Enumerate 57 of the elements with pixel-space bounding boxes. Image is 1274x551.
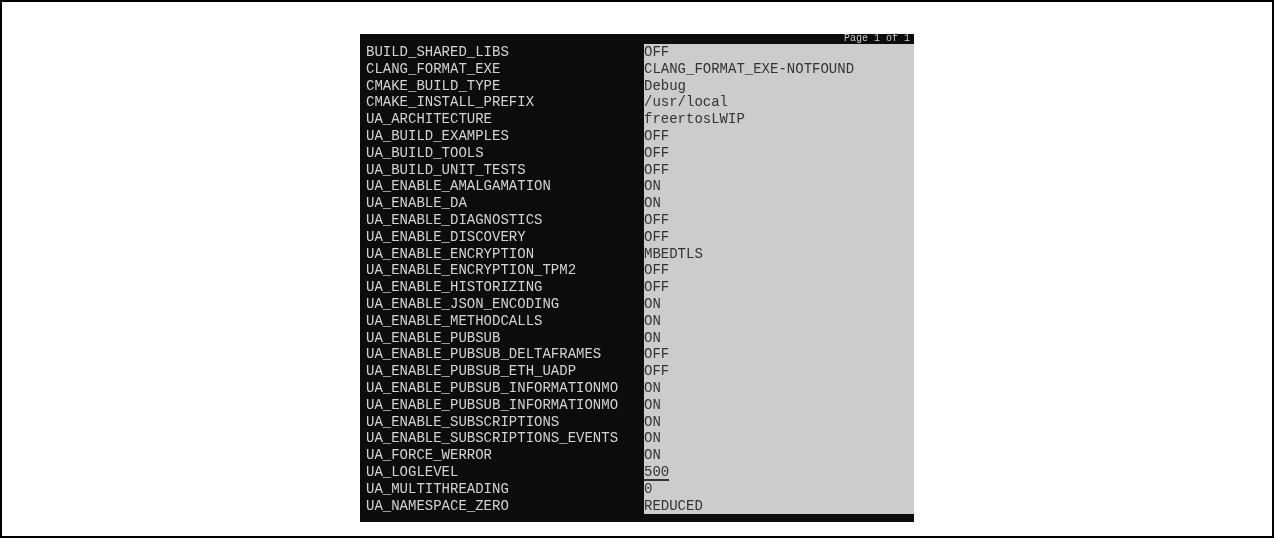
entry-name[interactable]: UA_FORCE_WERROR [366, 447, 644, 464]
entry-name[interactable]: UA_ENABLE_METHODCALLS [366, 312, 644, 330]
entry-value[interactable]: OFF [644, 363, 670, 380]
entry-value[interactable]: REDUCED [644, 497, 703, 515]
entry-name[interactable]: UA_ARCHITECTURE [366, 111, 644, 128]
entry-value[interactable]: OFF [644, 262, 670, 280]
entry-value[interactable]: ON [644, 447, 661, 464]
entry-value[interactable]: OFF [644, 346, 670, 364]
entry-value[interactable]: ON [644, 295, 661, 313]
entry-name[interactable]: BUILD_SHARED_LIBS [366, 44, 644, 61]
entry-name[interactable]: UA_ENABLE_DA [366, 195, 644, 212]
entry-value[interactable]: freertosLWIP [644, 111, 745, 128]
entry-value[interactable]: OFF [644, 161, 670, 179]
entry-name[interactable]: UA_ENABLE_PUBSUB_INFORMATIONMO [366, 396, 644, 414]
entry-value[interactable]: ON [644, 396, 661, 414]
entry-value[interactable]: OFF [644, 211, 670, 229]
entry-value[interactable]: ON [644, 430, 661, 448]
entry-value[interactable]: Debug [644, 77, 686, 95]
entry-name[interactable]: UA_ENABLE_PUBSUB_INFORMATIONMO [366, 379, 644, 397]
entry-name[interactable]: UA_ENABLE_DIAGNOSTICS [366, 211, 644, 229]
entry-value[interactable]: OFF [644, 128, 670, 145]
entry-name[interactable]: CLANG_FORMAT_EXE [366, 60, 644, 78]
entry-name[interactable]: UA_BUILD_EXAMPLES [366, 128, 644, 145]
entry-value[interactable]: 0 [644, 480, 653, 498]
entry-value[interactable]: OFF [644, 44, 670, 61]
entry-name[interactable]: UA_LOGLEVEL [366, 463, 644, 481]
entry-value[interactable]: ON [644, 312, 661, 330]
entry-name[interactable]: UA_BUILD_TOOLS [366, 144, 644, 162]
entry-name[interactable]: CMAKE_BUILD_TYPE [366, 77, 644, 95]
entry-value[interactable]: 500 [644, 463, 670, 481]
entry-value[interactable]: OFF [644, 279, 670, 296]
entry-value[interactable]: ON [644, 413, 661, 431]
entry-name[interactable]: UA_ENABLE_PUBSUB_ETH_UADP [366, 363, 644, 380]
entry-name[interactable]: UA_ENABLE_DISCOVERY [366, 228, 644, 246]
entry-value[interactable]: ON [644, 178, 661, 196]
entry-value[interactable]: /usr/local [644, 94, 728, 112]
entry-name[interactable]: UA_MULTITHREADING [366, 480, 644, 498]
entry-value[interactable]: OFF [644, 228, 670, 246]
entry-name[interactable]: UA_ENABLE_PUBSUB [366, 329, 644, 347]
entry-name[interactable]: UA_ENABLE_ENCRYPTION_TPM2 [366, 262, 644, 280]
entry-name[interactable]: UA_ENABLE_HISTORIZING [366, 279, 644, 296]
entry-name[interactable]: UA_NAMESPACE_ZERO [366, 497, 644, 515]
entry-name[interactable]: UA_BUILD_UNIT_TESTS [366, 161, 644, 179]
entry-value[interactable]: ON [644, 329, 661, 347]
entry-value[interactable]: ON [644, 379, 661, 397]
entry-value[interactable]: OFF [644, 144, 670, 162]
page-indicator: Page 1 of 1 [844, 34, 910, 44]
entry-name[interactable]: UA_ENABLE_ENCRYPTION [366, 245, 644, 263]
entry-value[interactable]: ON [644, 195, 661, 212]
entry-value[interactable]: MBEDTLS [644, 245, 703, 263]
entry-name[interactable]: UA_ENABLE_SUBSCRIPTIONS [366, 413, 644, 431]
entry-name[interactable]: CMAKE_INSTALL_PREFIX [366, 94, 644, 112]
entry-name[interactable]: UA_ENABLE_SUBSCRIPTIONS_EVENTS [366, 430, 644, 448]
entry-name[interactable]: UA_ENABLE_AMALGAMATION [366, 178, 644, 196]
entry-name[interactable]: UA_ENABLE_PUBSUB_DELTAFRAMES [366, 346, 644, 364]
entry-value[interactable]: CLANG_FORMAT_EXE-NOTFOUND [644, 60, 855, 78]
entry-name[interactable]: UA_ENABLE_JSON_ENCODING [366, 295, 644, 313]
